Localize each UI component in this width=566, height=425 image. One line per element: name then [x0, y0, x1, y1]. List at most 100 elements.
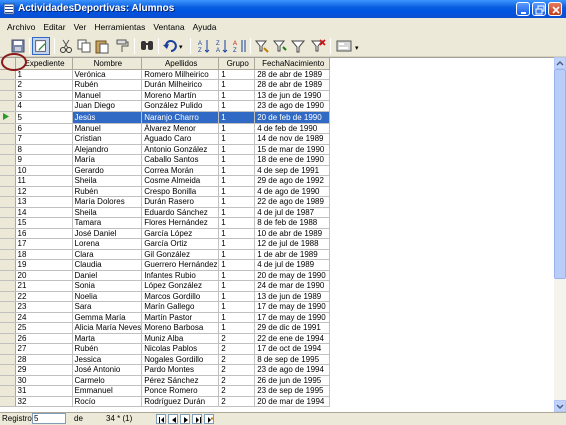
find-icon[interactable] — [139, 38, 155, 54]
table-row[interactable]: 29 José Antonio Pardo Montes 2 23 de ago de … — [0, 364, 331, 376]
table-row[interactable]: 9 María Caballo Santos 1 18 de ene de 1990 — [0, 154, 331, 166]
cell-nombre[interactable]: Jesús — [72, 111, 143, 124]
cell-nombre[interactable]: Carmelo — [72, 375, 143, 386]
cell-fechanacimiento[interactable]: 28 de abr de 1989 — [254, 69, 331, 80]
row-selector[interactable] — [0, 165, 16, 176]
cell-expediente[interactable]: 16 — [15, 228, 73, 239]
cell-grupo[interactable]: 1 — [218, 322, 256, 334]
menu-ventana[interactable]: Ventana — [149, 22, 188, 32]
cell-nombre[interactable]: Rubén — [72, 79, 143, 91]
table-row[interactable]: 6 Manuel Álvarez Menor 1 4 de feb de 1990 — [0, 123, 331, 134]
minimize-button[interactable] — [516, 2, 530, 16]
format-painter-icon[interactable] — [114, 38, 130, 54]
cell-apellidos[interactable]: González Pulido — [141, 100, 220, 112]
row-selector[interactable] — [0, 79, 16, 91]
cell-grupo[interactable]: 1 — [218, 291, 256, 302]
row-selector[interactable] — [0, 228, 16, 239]
save-icon[interactable] — [10, 38, 26, 54]
cell-apellidos[interactable]: Guerrero Hernández — [141, 259, 220, 271]
cell-nombre[interactable]: Gemma María — [72, 312, 143, 323]
cell-expediente[interactable]: 31 — [15, 385, 73, 397]
cell-apellidos[interactable]: Martín Pastor — [141, 312, 220, 323]
row-selector[interactable] — [0, 238, 16, 250]
cell-expediente[interactable]: 20 — [15, 270, 73, 281]
cell-fechanacimiento[interactable]: 4 de ago de 1990 — [254, 186, 331, 197]
row-selector[interactable] — [0, 207, 16, 218]
row-selector[interactable] — [0, 375, 16, 386]
cell-grupo[interactable]: 1 — [218, 196, 256, 208]
cell-expediente[interactable]: 32 — [15, 396, 73, 407]
next-record-button[interactable] — [180, 414, 190, 424]
row-selector[interactable] — [0, 100, 16, 112]
table-row[interactable]: 32 Rocío Rodríguez Durán 2 20 de mar de 1994 — [0, 396, 331, 407]
cell-apellidos[interactable]: Crespo Bonilla — [141, 186, 220, 197]
row-selector[interactable] — [0, 90, 16, 101]
table-row[interactable]: 21 Sonia López González 1 24 de mar de 1990 — [0, 280, 331, 292]
row-selector[interactable] — [0, 364, 16, 376]
cell-expediente[interactable]: 3 — [15, 90, 73, 101]
vertical-scrollbar[interactable] — [554, 57, 566, 412]
cell-expediente[interactable]: 25 — [15, 322, 73, 334]
row-selector[interactable] — [0, 69, 16, 80]
data-grid[interactable]: Expediente Nombre Apellidos Grupo FechaN… — [0, 57, 554, 412]
cell-grupo[interactable]: 2 — [218, 396, 256, 407]
cell-fechanacimiento[interactable]: 26 de jun de 1995 — [254, 375, 331, 386]
maximize-button[interactable] — [532, 2, 546, 16]
sort-asc-icon[interactable]: AZ — [196, 38, 212, 54]
autofilter-icon[interactable] — [254, 38, 270, 54]
menu-ver[interactable]: Ver — [70, 22, 91, 32]
cell-grupo[interactable]: 1 — [218, 228, 256, 239]
cell-grupo[interactable]: 1 — [218, 249, 256, 260]
cell-apellidos[interactable]: Flores Hernández — [141, 217, 220, 229]
row-selector[interactable] — [0, 280, 16, 292]
scroll-down-button[interactable] — [554, 400, 566, 412]
row-selector[interactable] — [0, 154, 16, 166]
cell-fechanacimiento[interactable]: 1 de abr de 1989 — [254, 249, 331, 260]
form-icon[interactable] — [336, 38, 352, 54]
cell-fechanacimiento[interactable]: 17 de may de 1990 — [254, 312, 331, 323]
cell-expediente[interactable]: 17 — [15, 238, 73, 250]
cut-icon[interactable] — [58, 38, 74, 54]
cell-fechanacimiento[interactable]: 4 de jul de 1987 — [254, 207, 331, 218]
row-selector[interactable] — [0, 186, 16, 197]
cell-grupo[interactable]: 2 — [218, 375, 256, 386]
cell-apellidos[interactable]: Nogales Gordillo — [141, 354, 220, 365]
undo-icon[interactable] — [162, 38, 178, 54]
cell-fechanacimiento[interactable]: 17 de may de 1990 — [254, 301, 331, 313]
table-row[interactable]: 3 Manuel Moreno Martín 1 13 de jun de 1990 — [0, 90, 331, 101]
cell-nombre[interactable]: María — [72, 154, 143, 166]
cell-apellidos[interactable]: Moreno Martín — [141, 90, 220, 101]
cell-nombre[interactable]: Jessica — [72, 354, 143, 365]
cell-fechanacimiento[interactable]: 22 de ene de 1994 — [254, 333, 331, 344]
previous-record-button[interactable] — [168, 414, 178, 424]
cell-fechanacimiento[interactable]: 28 de abr de 1989 — [254, 79, 331, 91]
cell-fechanacimiento[interactable]: 17 de oct de 1994 — [254, 343, 331, 355]
cell-fechanacimiento[interactable]: 29 de dic de 1991 — [254, 322, 331, 334]
cell-grupo[interactable]: 1 — [218, 100, 256, 112]
row-selector[interactable] — [0, 301, 16, 313]
cell-nombre[interactable]: Claudia — [72, 259, 143, 271]
cell-grupo[interactable]: 1 — [218, 90, 256, 101]
cell-nombre[interactable]: Cristian — [72, 133, 143, 145]
cell-fechanacimiento[interactable]: 20 de mar de 1994 — [254, 396, 331, 407]
table-row[interactable]: 18 Clara Gil González 1 1 de abr de 1989 — [0, 249, 331, 260]
cell-expediente[interactable]: 7 — [15, 133, 73, 145]
cell-fechanacimiento[interactable]: 20 de feb de 1990 — [254, 111, 331, 124]
cell-expediente[interactable]: 18 — [15, 249, 73, 260]
cell-apellidos[interactable]: Muniz Alba — [141, 333, 220, 344]
table-row[interactable]: 20 Daniel Infantes Rubio 1 20 de may de 1990 — [0, 270, 331, 281]
cell-grupo[interactable]: 1 — [218, 301, 256, 313]
cell-fechanacimiento[interactable]: 20 de may de 1990 — [254, 270, 331, 281]
cell-apellidos[interactable]: Naranjo Charro — [141, 111, 220, 124]
close-button[interactable] — [548, 2, 562, 16]
cell-nombre[interactable]: Verónica — [72, 69, 143, 80]
cell-nombre[interactable]: Rubén — [72, 186, 143, 197]
cell-fechanacimiento[interactable]: 10 de abr de 1989 — [254, 228, 331, 239]
cell-nombre[interactable]: Juan Diego — [72, 100, 143, 112]
table-row[interactable]: 27 Rubén Nicolas Pablos 2 17 de oct de 1994 — [0, 343, 331, 355]
row-selector[interactable] — [0, 396, 16, 407]
cell-nombre[interactable]: Sonia — [72, 280, 143, 292]
cell-expediente[interactable]: 29 — [15, 364, 73, 376]
cell-expediente[interactable]: 6 — [15, 123, 73, 134]
table-row[interactable]: 28 Jessica Nogales Gordillo 2 8 de sep de 19… — [0, 354, 331, 365]
